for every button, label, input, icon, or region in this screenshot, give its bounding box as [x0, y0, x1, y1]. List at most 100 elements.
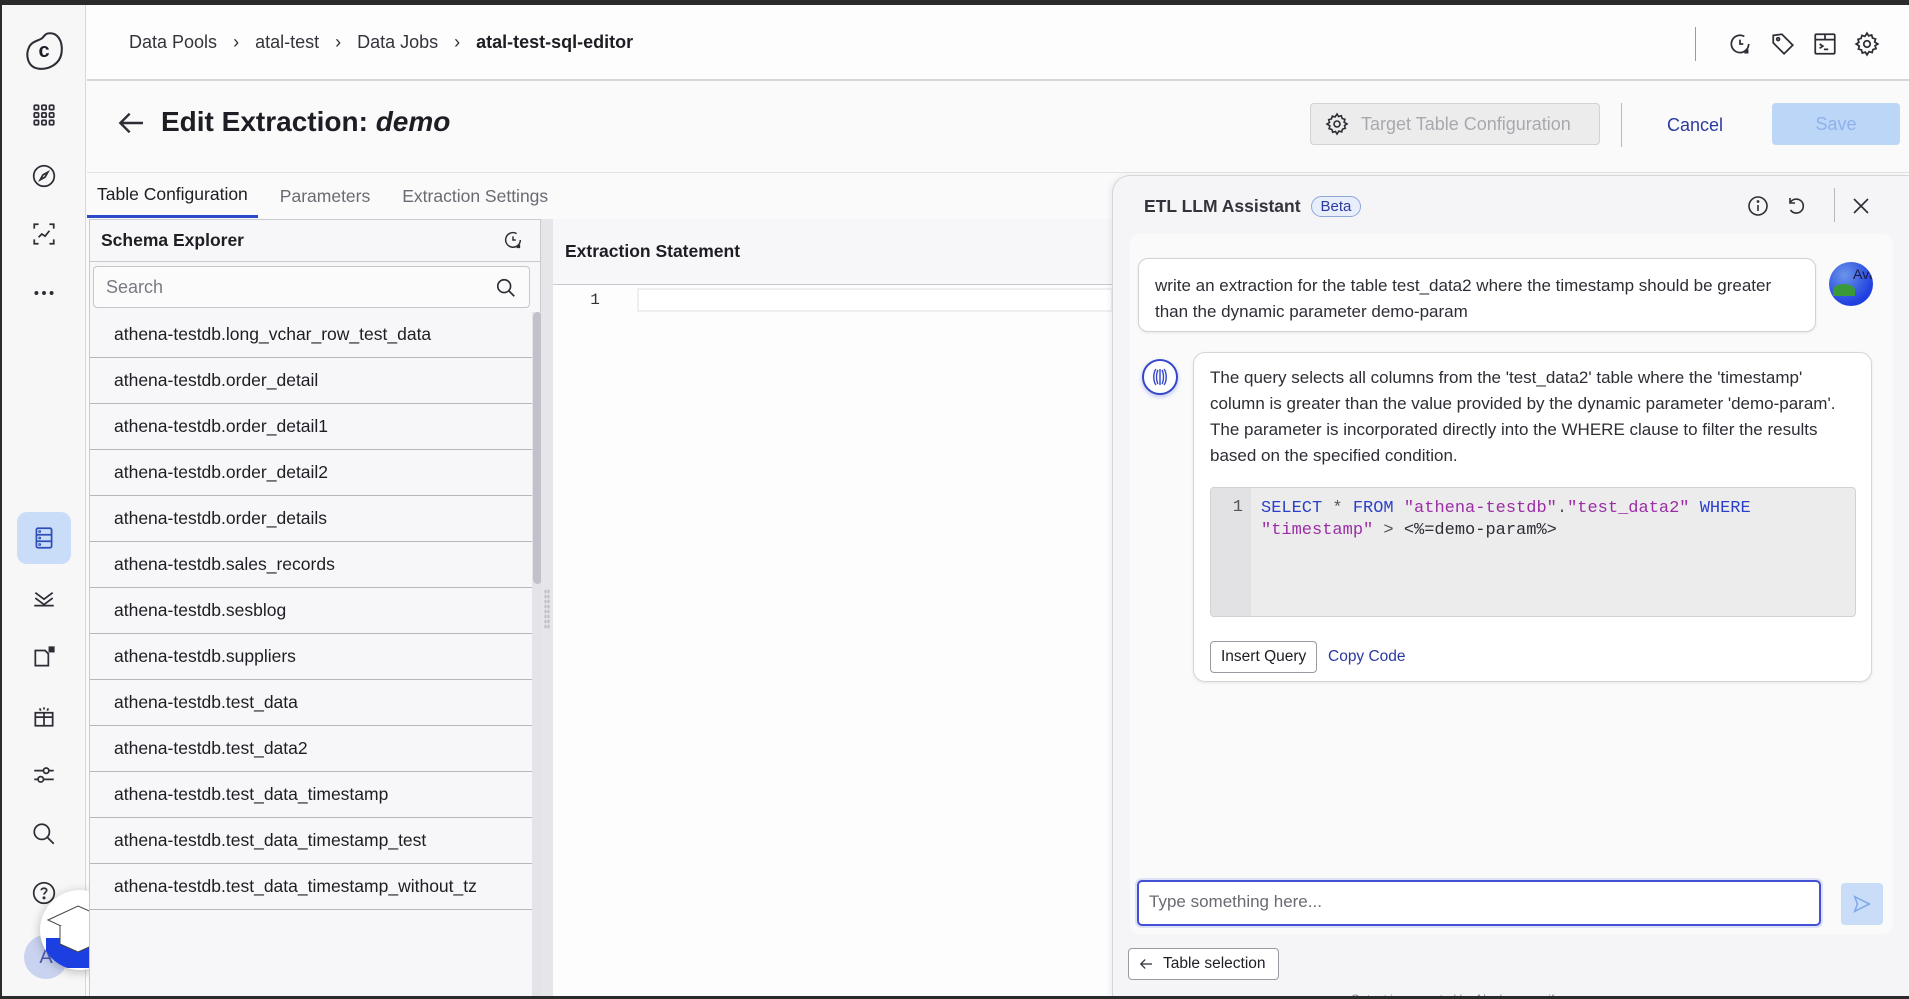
schema-table-item[interactable]: athena-testdb.test_data [90, 680, 532, 726]
sql-identifier: "timestamp" [1261, 521, 1374, 540]
sql-identifier: "test_data2" [1567, 499, 1690, 518]
chat-input-wrapper [1137, 880, 1821, 926]
schema-table-item[interactable]: athena-testdb.test_data_timestamp_test [90, 818, 532, 864]
tab-bar: Table Configuration Parameters Extractio… [87, 174, 570, 218]
send-button[interactable] [1841, 883, 1883, 925]
schema-explorer: Schema Explorer athena-testdb.long_vchar… [89, 219, 542, 999]
back-arrow-icon[interactable] [115, 107, 147, 139]
insert-query-button[interactable]: Insert Query [1210, 641, 1318, 673]
info-icon[interactable] [1746, 194, 1770, 218]
cancel-button[interactable]: Cancel [1667, 105, 1723, 145]
avatar-placeholder-image [1833, 284, 1855, 296]
logo-letter: c [38, 39, 50, 62]
extraction-name: demo [375, 106, 451, 137]
schema-table-item[interactable]: athena-testdb.long_vchar_row_test_data [90, 312, 532, 358]
sql-operator: * [1322, 499, 1353, 518]
target-table-configuration-button[interactable]: Target Table Configuration [1310, 103, 1600, 145]
schema-table-item[interactable]: athena-testdb.order_details [90, 496, 532, 542]
grid-icon[interactable] [17, 89, 71, 141]
schema-table-item[interactable]: athena-testdb.suppliers [90, 634, 532, 680]
gear-icon [1325, 112, 1349, 136]
code-input[interactable] [637, 288, 1113, 312]
chat-input[interactable] [1139, 882, 1819, 924]
schema-table-item[interactable]: athena-testdb.test_data_timestamp_withou… [90, 864, 532, 910]
chevron-right-icon: › [454, 32, 461, 52]
chart-scan-icon[interactable] [17, 208, 71, 260]
close-icon[interactable] [1849, 194, 1873, 218]
sql-operator: > [1373, 521, 1404, 540]
grip-icon [544, 589, 550, 629]
schema-search-input[interactable] [94, 267, 529, 307]
assistant-message-text: The query selects all columns from the '… [1210, 368, 1836, 465]
arrow-left-icon [1139, 959, 1152, 969]
assistant-title-text: ETL LLM Assistant [1144, 196, 1301, 216]
schema-explorer-title: Schema Explorer [101, 230, 244, 250]
tab-table-configuration[interactable]: Table Configuration [87, 174, 258, 218]
code-line-number: 1 [1211, 488, 1251, 616]
sql-keyword: FROM [1352, 499, 1394, 518]
schema-table-item[interactable]: athena-testdb.order_detail2 [90, 450, 532, 496]
schema-table-list: athena-testdb.long_vchar_row_test_data a… [90, 312, 532, 999]
schema-table-item[interactable]: athena-testdb.test_data_timestamp [90, 772, 532, 818]
save-button[interactable]: Save [1772, 103, 1900, 145]
tab-extraction-settings[interactable]: Extraction Settings [392, 174, 558, 218]
more-icon[interactable] [17, 267, 71, 319]
schema-table-item[interactable]: athena-testdb.test_data2 [90, 726, 532, 772]
logo[interactable]: c [17, 25, 71, 77]
schema-table-item[interactable]: athena-testdb.order_detail1 [90, 404, 532, 450]
schema-explorer-header: Schema Explorer [90, 220, 540, 262]
gear-icon[interactable] [1854, 31, 1880, 57]
chevrons-down-icon[interactable] [17, 571, 71, 623]
breadcrumb-data-jobs[interactable]: Data Jobs [357, 32, 438, 53]
sql-code: SELECT * FROM "athena-testdb"."test_data… [1261, 498, 1851, 542]
search-icon[interactable] [495, 277, 517, 299]
table-selection-button[interactable]: Table selection [1128, 948, 1279, 980]
avatar-alt-text: Avatar [1853, 266, 1873, 282]
extraction-editor: Extraction Statement 1 [553, 219, 1113, 999]
send-icon [1853, 895, 1871, 913]
page-title: Edit Extraction: demo [161, 106, 450, 138]
chevron-right-icon: › [233, 32, 240, 52]
target-table-configuration-label: Target Table Configuration [1361, 113, 1571, 134]
sidebar: c A [2, 5, 86, 996]
assistant-header-divider [1834, 188, 1835, 222]
assistant-message: The query selects all columns from the '… [1193, 352, 1872, 682]
breadcrumb-data-pools[interactable]: Data Pools [129, 32, 217, 53]
etl-llm-assistant-panel: ETL LLM Assistant Beta write an extracti… [1112, 175, 1909, 999]
tag-icon[interactable] [1770, 31, 1796, 57]
schema-table-item[interactable]: athena-testdb.sales_records [90, 542, 532, 588]
assistant-title: ETL LLM Assistant Beta [1144, 196, 1362, 217]
title-divider [1621, 103, 1622, 147]
copy-code-button[interactable]: Copy Code [1328, 641, 1406, 673]
breadcrumb: Data Pools › atal-test › Data Jobs › ata… [129, 32, 633, 53]
tab-parameters[interactable]: Parameters [270, 174, 380, 218]
compass-icon[interactable] [17, 150, 71, 202]
sql-identifier: "athena-testdb" [1393, 499, 1557, 518]
chevron-right-icon: › [335, 32, 342, 52]
editor-line: 1 [553, 288, 1113, 312]
schema-table-item[interactable]: athena-testdb.sesblog [90, 588, 532, 634]
top-header: Data Pools › atal-test › Data Jobs › ata… [87, 5, 1909, 81]
extraction-statement-title: Extraction Statement [553, 219, 1113, 285]
title-bar: Edit Extraction: demo Target Table Confi… [87, 83, 1909, 173]
search-icon[interactable] [17, 808, 71, 860]
table-selection-label: Table selection [1163, 955, 1266, 972]
schema-table-item[interactable]: athena-testdb.order_detail [90, 358, 532, 404]
panel-resize-handle[interactable] [541, 219, 553, 999]
refresh-history-icon[interactable] [502, 229, 526, 253]
schema-search [93, 266, 530, 308]
history-icon[interactable] [1727, 31, 1753, 57]
layout-icon[interactable] [17, 631, 71, 683]
assistant-bot-icon [1142, 359, 1178, 395]
database-icon[interactable] [17, 512, 71, 564]
gift-icon[interactable] [17, 690, 71, 742]
sql-keyword: WHERE [1689, 499, 1751, 518]
user-message: write an extraction for the table test_d… [1138, 258, 1816, 332]
sql-code-block: 1 SELECT * FROM "athena-testdb"."test_da… [1210, 487, 1856, 617]
breadcrumb-pool[interactable]: atal-test [255, 32, 319, 53]
sql-parameter: <%=demo-param%> [1403, 521, 1557, 540]
breadcrumb-current: atal-test-sql-editor [476, 32, 634, 52]
terminal-icon[interactable] [1812, 31, 1838, 57]
sliders-icon[interactable] [17, 749, 71, 801]
reset-icon[interactable] [1784, 194, 1808, 218]
